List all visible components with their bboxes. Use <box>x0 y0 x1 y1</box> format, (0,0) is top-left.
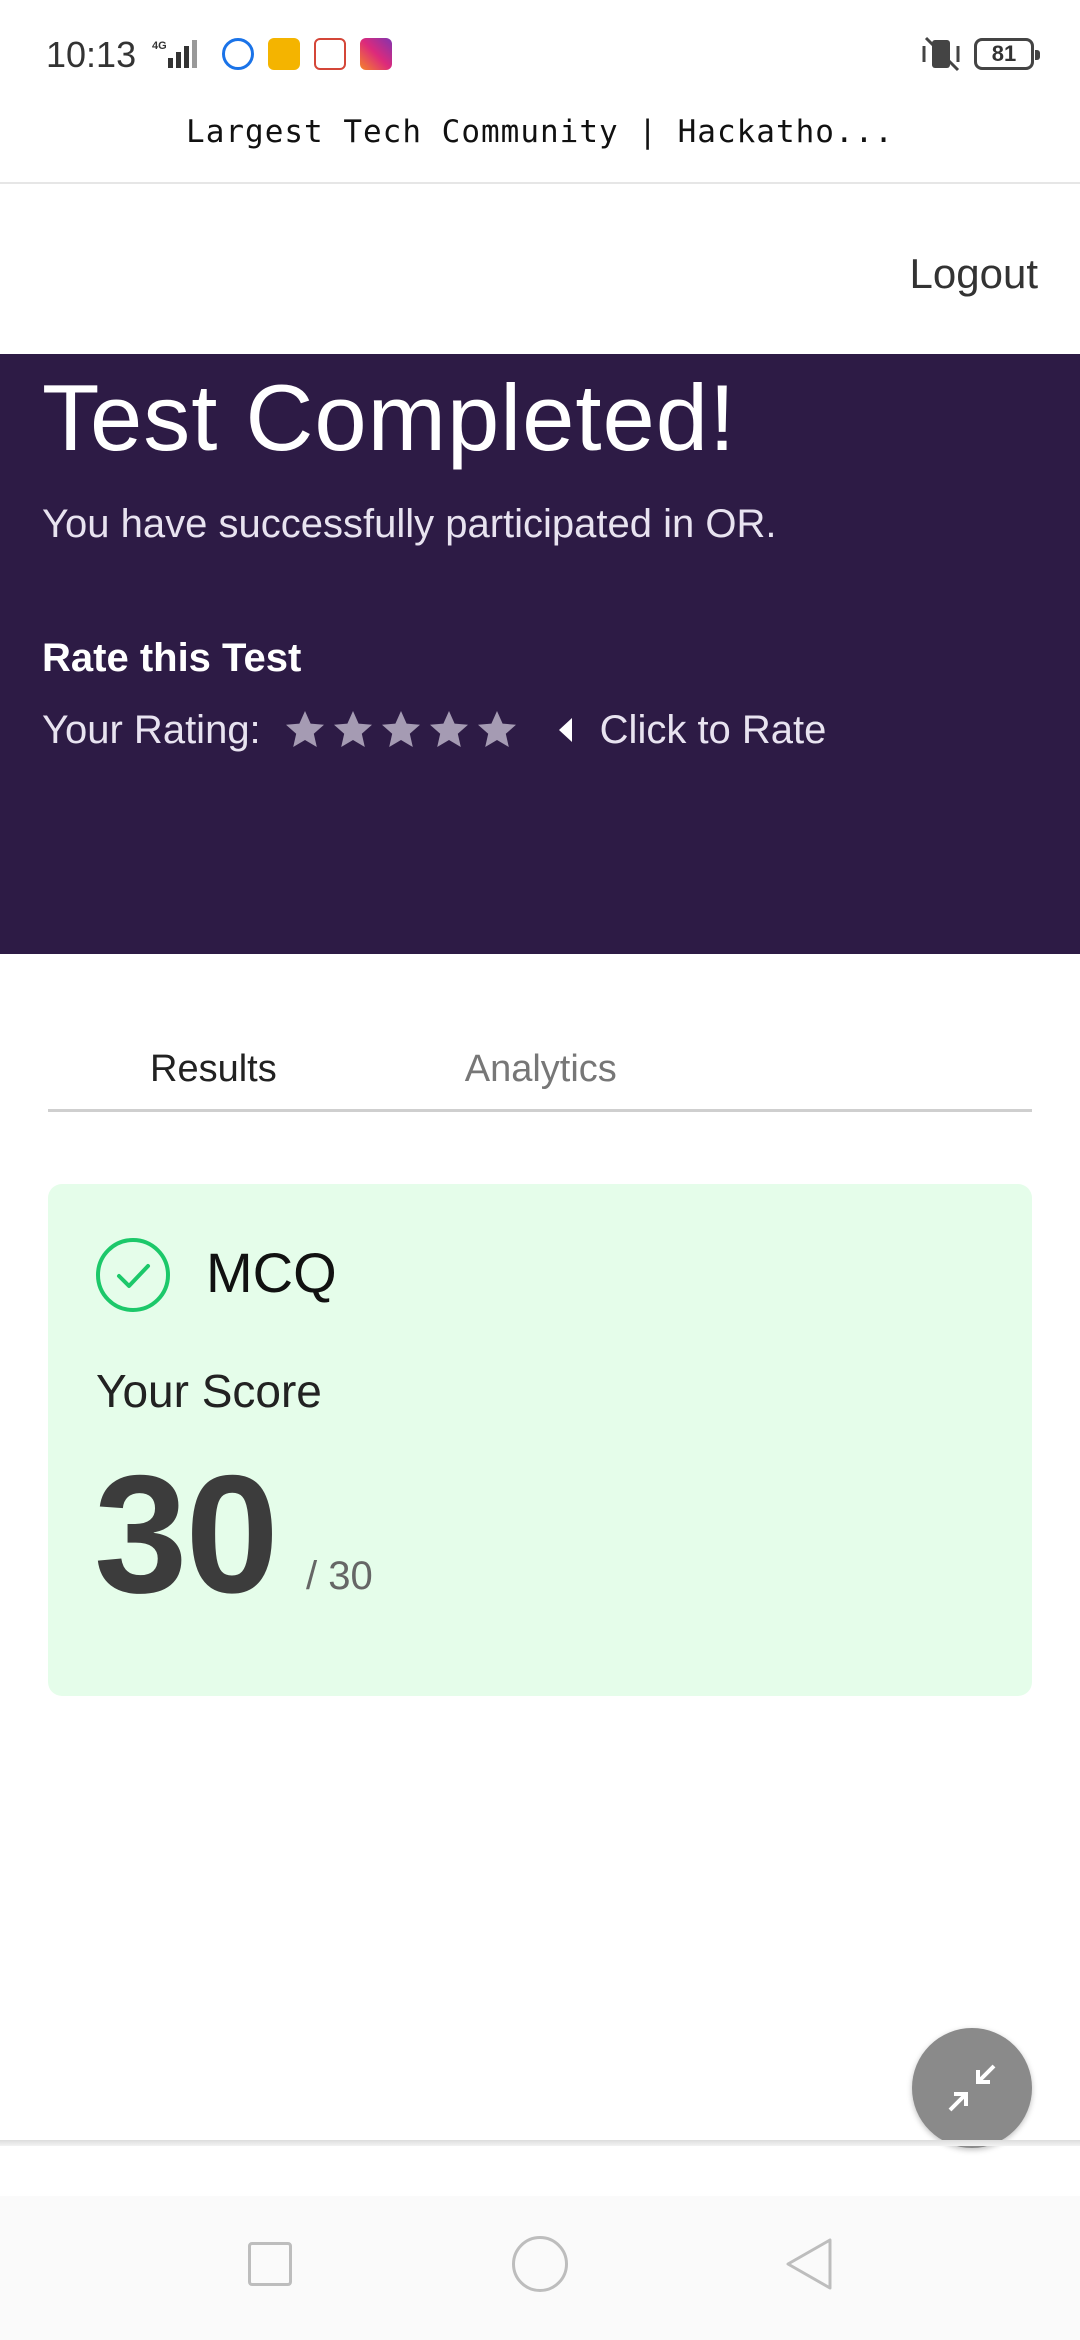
app-header: Logout <box>0 186 1080 354</box>
score-label: Your Score <box>96 1365 322 1417</box>
star-rating[interactable] <box>283 708 519 752</box>
page-title: Largest Tech Community | Hackatho... <box>186 114 894 150</box>
status-time: 10:13 <box>46 34 137 75</box>
score-total: / 30 <box>306 1554 373 1598</box>
test-completed-banner: Test Completed! You have successfully pa… <box>0 354 1080 954</box>
minimize-icon <box>948 2064 996 2112</box>
notification-icons <box>222 38 392 70</box>
browser-notification-icon <box>222 38 254 70</box>
star-icon[interactable] <box>379 708 423 752</box>
rating-row: Your Rating: Click to Rate <box>42 704 826 756</box>
result-tabs: Results Analytics <box>48 1038 1032 1112</box>
minimize-button[interactable] <box>912 2028 1032 2148</box>
caret-left-icon <box>558 718 572 742</box>
back-icon[interactable] <box>784 2236 834 2292</box>
score-value: 30 <box>94 1440 279 1628</box>
vibrate-mode-icon <box>922 36 960 72</box>
system-nav-bar <box>0 2196 1080 2340</box>
page-title-bar: Largest Tech Community | Hackatho... <box>0 108 1080 184</box>
instagram-notification-icon <box>360 38 392 70</box>
hero-title: Test Completed! <box>42 365 737 470</box>
logout-link[interactable]: Logout <box>910 250 1038 298</box>
rating-label: Your Rating: <box>42 707 261 752</box>
signal-icon: 4G <box>152 40 197 68</box>
status-bar: 10:13 4G 81 <box>0 0 1080 108</box>
rate-heading: Rate this Test <box>42 636 302 680</box>
click-to-rate[interactable]: Click to Rate <box>558 707 827 753</box>
section-title: MCQ <box>206 1241 337 1304</box>
classroom-notification-icon <box>268 38 300 70</box>
recents-icon[interactable] <box>248 2242 292 2286</box>
tab-analytics[interactable]: Analytics <box>465 1038 617 1109</box>
star-icon[interactable] <box>283 708 327 752</box>
gmail-notification-icon <box>314 38 346 70</box>
star-icon[interactable] <box>427 708 471 752</box>
battery-icon: 81 <box>974 38 1040 70</box>
home-icon[interactable] <box>512 2236 568 2292</box>
hero-subtitle: You have successfully participated in OR… <box>42 502 777 546</box>
network-type: 4G <box>152 40 167 52</box>
tab-results[interactable]: Results <box>150 1038 277 1109</box>
mcq-result-card: MCQ Your Score 30 / 30 <box>48 1184 1032 1696</box>
star-icon[interactable] <box>475 708 519 752</box>
click-to-rate-label: Click to Rate <box>599 707 827 752</box>
star-icon[interactable] <box>331 708 375 752</box>
check-circle-icon <box>96 1238 170 1312</box>
content-divider <box>0 2140 1080 2146</box>
